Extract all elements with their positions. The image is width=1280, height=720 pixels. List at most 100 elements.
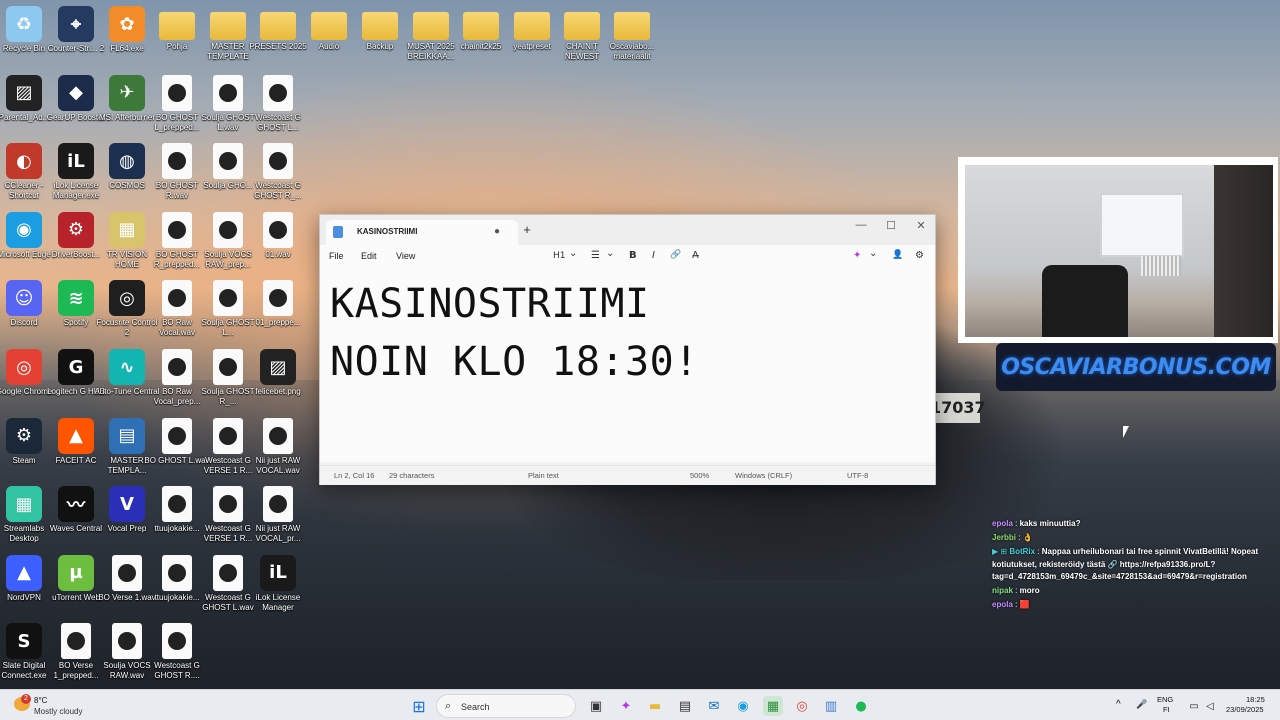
heading-chevron-down-icon[interactable]: ⌄	[569, 248, 577, 259]
copilot-icon[interactable]: ✦	[853, 250, 861, 261]
terminal-icon[interactable]: ▤	[675, 696, 695, 716]
folder-icon	[362, 12, 398, 40]
maximize-button[interactable]: ☐	[881, 219, 901, 232]
folder-icon	[210, 12, 246, 40]
desktop-icon-niijust1[interactable]: Nii just RAW VOCAL.wav	[245, 417, 311, 476]
new-tab-button[interactable]: +	[520, 223, 534, 236]
nordvpn-icon: ▲	[6, 554, 42, 591]
desktop-icon-oscavia[interactable]: Oscaviabo... materiaalit	[599, 6, 665, 62]
audio-file-icon	[263, 74, 293, 111]
menu-file[interactable]: File	[329, 251, 344, 261]
focusrite-icon: ◎	[109, 280, 145, 317]
chrome-icon[interactable]: ◎	[792, 696, 812, 716]
chat-message: ▶ ⊞ BotRix : Nappaa urheilubonari tai fr…	[992, 546, 1276, 584]
desktop-icon-label: felicebet.png	[255, 387, 301, 396]
spotify-icon: ≋	[58, 280, 94, 317]
chat-username[interactable]: BotRix	[1009, 547, 1035, 556]
windows-start-icon[interactable]: ⊞	[409, 696, 429, 716]
folder-icon	[614, 12, 650, 40]
audio-file-icon	[263, 486, 293, 523]
chat-username[interactable]: epola	[992, 600, 1013, 609]
audio-file-icon	[213, 211, 243, 248]
chat-separator: :	[1012, 586, 1020, 595]
list-icon[interactable]: ☰	[591, 250, 600, 261]
spotify-icon[interactable]: ●	[851, 696, 871, 716]
task-view-icon[interactable]: ▣	[586, 696, 606, 716]
file-explorer-icon[interactable]: ▬	[645, 696, 665, 716]
folder-icon	[260, 12, 296, 40]
audio-file-icon	[263, 211, 293, 248]
audio-file-icon	[112, 554, 142, 591]
encoding: UTF-8	[847, 471, 869, 480]
waves-icon: 〰	[58, 486, 94, 523]
audio-file-icon	[162, 211, 192, 248]
desktop-icon-o1prep[interactable]: 01_preppe...	[245, 280, 311, 328]
settings-gear-icon[interactable]: ⚙	[915, 250, 924, 261]
cursor-position: Ln 2, Col 16	[334, 471, 375, 480]
ilok-icon: iL	[260, 554, 296, 591]
notepad-text-area[interactable]: KASINOSTRIIMI NOIN KLO 18:30!	[320, 269, 935, 462]
folder-icon	[413, 12, 449, 40]
bot-badge-icon: ▶ ⊞	[992, 547, 1010, 556]
sponsor-banner: OSCAVIARBONUS.COM	[996, 343, 1276, 391]
audio-file-icon	[162, 623, 192, 660]
tab-title: KASINOSTRIIMI	[357, 227, 418, 236]
taskbar-search[interactable]: ⌕ Search	[436, 694, 576, 718]
input-language[interactable]: ENG	[1157, 695, 1173, 705]
menu-view[interactable]: View	[396, 251, 415, 261]
desktop-icon-label: Nii just RAW VOCAL_pr...	[255, 524, 301, 544]
notepad-titlebar[interactable]: KASINOSTRIIMI ● + — ☐ ✕	[320, 215, 935, 245]
italic-button[interactable]: I	[652, 250, 655, 261]
clock-date[interactable]: 23/09/2025	[1226, 705, 1264, 715]
notepad-window[interactable]: KASINOSTRIIMI ● + — ☐ ✕ File Edit View H…	[319, 214, 936, 485]
edge-icon[interactable]: ◉	[733, 696, 753, 716]
copilot-chevron-down-icon[interactable]: ⌄	[869, 248, 877, 259]
chat-username[interactable]: Jerbbi	[992, 533, 1016, 542]
clear-formatting-icon[interactable]: A̶	[692, 250, 699, 261]
desktop-icon-felicebet[interactable]: ▨ felicebet.png	[245, 349, 311, 397]
tray-chevron-up-icon[interactable]: ^	[1116, 700, 1121, 710]
volume-icon[interactable]: ◁	[1200, 696, 1220, 716]
audio-file-icon	[213, 554, 243, 591]
chat-username[interactable]: epola	[992, 519, 1013, 528]
menu-edit[interactable]: Edit	[361, 251, 377, 261]
minimize-button[interactable]: —	[851, 219, 871, 231]
line-endings: Windows (CRLF)	[735, 471, 793, 480]
link-icon[interactable]: 🔗	[670, 250, 681, 260]
desktop-icon-westcoast6[interactable]: Westcoast G GHOST R....	[144, 623, 210, 681]
tr-vision-icon: ▦	[109, 211, 145, 248]
desktop-icon-ilok2[interactable]: iL iLok License Manager	[245, 554, 311, 613]
copilot-app-icon[interactable]: ✦	[616, 696, 636, 716]
vocal-prep-icon: V	[109, 486, 145, 523]
audio-file-icon	[162, 143, 192, 180]
audio-file-icon	[162, 74, 192, 111]
desktop-icon-niijust2[interactable]: Nii just RAW VOCAL_pr...	[245, 486, 311, 544]
desktop-icon-westcoast2[interactable]: Westcoast G GHOST R_...	[245, 143, 311, 201]
text-line-2: NOIN KLO 18:30!	[330, 339, 699, 385]
ilok-icon: iL	[58, 143, 94, 180]
clock-time[interactable]: 18:25	[1246, 695, 1265, 705]
audio-file-icon	[213, 143, 243, 180]
account-icon[interactable]: 👤	[892, 250, 903, 260]
audio-file-icon	[213, 486, 243, 523]
bold-button[interactable]: B	[629, 250, 637, 261]
chat-username[interactable]: nipak	[992, 586, 1013, 595]
list-chevron-down-icon[interactable]: ⌄	[606, 248, 614, 259]
unsaved-dot-icon[interactable]: ●	[494, 226, 500, 237]
desktop-icon-westcoast1[interactable]: Westcoast G GHOST L...	[245, 74, 311, 133]
wallpaper-plate: 17037	[930, 393, 986, 423]
audio-file-icon	[213, 280, 243, 317]
heading-dropdown[interactable]: H1	[553, 251, 566, 261]
desktop-icon-o1[interactable]: 01.wav	[245, 211, 311, 260]
audio-file-icon	[213, 417, 243, 454]
audio-file-icon	[162, 417, 192, 454]
notepad-taskbar-icon[interactable]: ▥	[821, 696, 841, 716]
microphone-icon[interactable]: 🎤	[1136, 699, 1147, 709]
desktop-icon-label: Nii just RAW VOCAL.wav	[255, 455, 301, 475]
tab-kasinostriimi[interactable]: KASINOSTRIIMI ●	[326, 220, 518, 245]
fl-studio-icon: ✿	[109, 6, 145, 42]
streamlabs-icon[interactable]: ▦	[763, 696, 783, 716]
webcam-window	[1100, 193, 1184, 257]
close-button[interactable]: ✕	[911, 219, 931, 232]
outlook-icon[interactable]: ✉	[704, 696, 724, 716]
